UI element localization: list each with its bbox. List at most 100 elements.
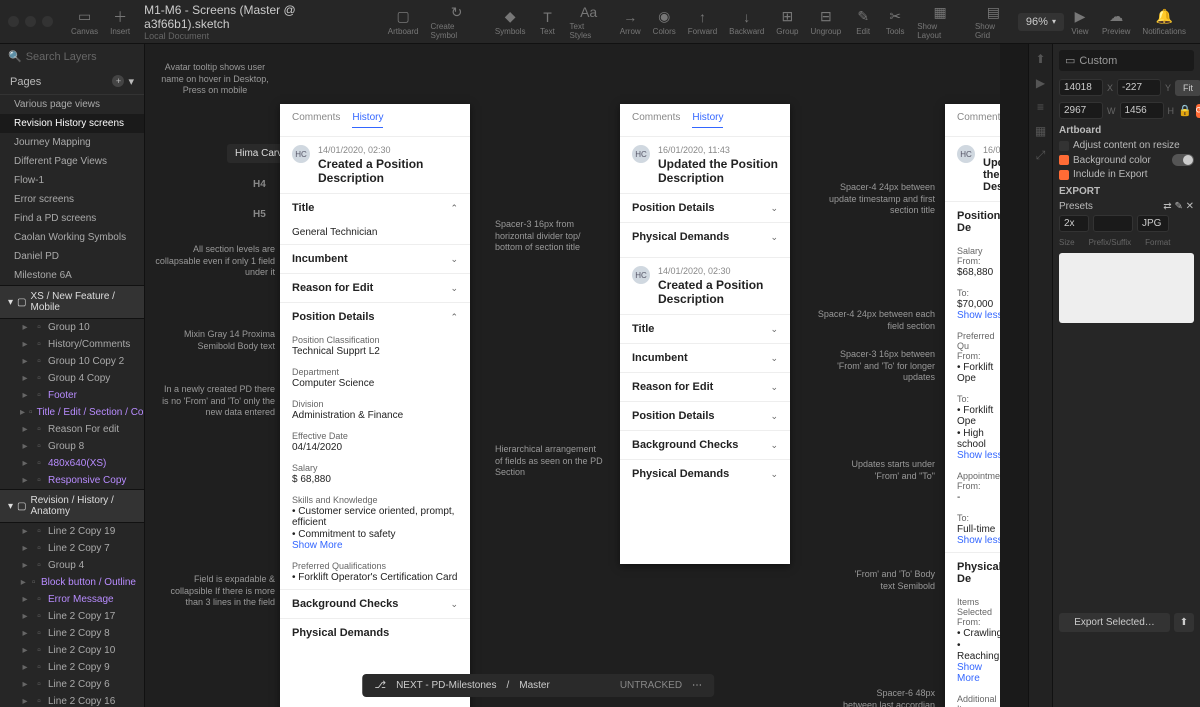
artboard-history-partial[interactable]: CommentsH HC16/01/2020, 11Updated the De… <box>945 104 1000 707</box>
zoom-level[interactable]: 96% ▾ <box>1018 13 1064 31</box>
layer-item[interactable]: ▸▫Line 2 Copy 17 <box>0 608 144 625</box>
accordion-title[interactable]: Title⌄ <box>620 314 790 343</box>
x-input[interactable] <box>1059 79 1103 96</box>
show-layout-tool[interactable]: ▦Show Layout <box>917 3 963 40</box>
layer-item[interactable]: ▸▫Line 2 Copy 7 <box>0 540 144 557</box>
tab-comments[interactable]: Comments <box>632 112 680 128</box>
accordion-physical[interactable]: Physical Demands⌄ <box>620 459 790 488</box>
layer-item[interactable]: ▸▫Group 10 <box>0 319 144 336</box>
text-styles-tool[interactable]: AaText Styles <box>570 3 608 40</box>
layer-item[interactable]: ▸▫Group 4 <box>0 557 144 574</box>
chevron-icon[interactable]: ▾ <box>128 75 134 88</box>
layers-icon[interactable]: ≡ <box>1037 100 1044 114</box>
layer-item[interactable]: ▸▫Line 2 Copy 10 <box>0 642 144 659</box>
layer-section-2[interactable]: ▾▢Revision / History / Anatomy <box>0 489 144 523</box>
play-icon[interactable]: ▶ <box>1036 76 1045 90</box>
avatar[interactable]: HC <box>292 145 310 163</box>
adjust-on-resize[interactable]: Adjust content on resize <box>1059 140 1194 151</box>
accordion-title[interactable]: Title⌃ <box>280 193 470 222</box>
accordion-position-details[interactable]: Position Details⌄ <box>620 193 790 222</box>
layer-item[interactable]: ▸▫Footer <box>0 387 144 404</box>
page-item[interactable]: Daniel PD <box>0 247 144 266</box>
insert-tool[interactable]: ＋Insert <box>110 8 130 36</box>
layer-item[interactable]: ▸▫Line 2 Copy 19 <box>0 523 144 540</box>
page-item[interactable]: Milestone 6A <box>0 266 144 285</box>
group-tool[interactable]: ⊞Group <box>776 8 798 36</box>
layer-item[interactable]: ▸▫Error Message <box>0 591 144 608</box>
avatar[interactable]: HC <box>632 145 650 163</box>
layer-item[interactable]: ▸▫Line 2 Copy 8 <box>0 625 144 642</box>
layer-item[interactable]: ▸▫Block button / Outline <box>0 574 144 591</box>
search-layers[interactable]: 🔍 Search Layers <box>0 44 144 69</box>
resize-icon[interactable]: ⤢ <box>1036 148 1046 163</box>
canvas-tool[interactable]: ▭Canvas <box>71 8 98 36</box>
aspect-icon[interactable]: ⟳ <box>1196 104 1200 118</box>
branch-bar[interactable]: ⎇ NEXT - PD-Milestones / Master UNTRACKE… <box>363 674 715 697</box>
text-tool[interactable]: TText <box>538 8 558 36</box>
show-less-link[interactable]: Show less <box>957 535 1000 546</box>
accordion-bg-checks[interactable]: Background Checks⌄ <box>280 589 470 618</box>
show-grid-tool[interactable]: ▤Show Grid <box>975 3 1012 40</box>
page-item[interactable]: Flow-1 <box>0 171 144 190</box>
accordion-bg-checks[interactable]: Background Checks⌄ <box>620 430 790 459</box>
add-page-icon[interactable]: + <box>112 75 124 87</box>
format-select[interactable] <box>1137 215 1169 232</box>
arrow-tool[interactable]: →Arrow <box>620 8 641 36</box>
h-input[interactable] <box>1120 102 1164 119</box>
tab-history[interactable]: History <box>352 112 383 128</box>
page-item[interactable]: Revision History screens <box>0 114 144 133</box>
accordion-position-details[interactable]: Position Details⌃ <box>280 302 470 331</box>
forward-tool[interactable]: ↑Forward <box>688 8 717 36</box>
accordion-physical[interactable]: Physical Demands⌄ <box>620 222 790 251</box>
accordion-position-details[interactable]: Position Details⌄ <box>620 401 790 430</box>
w-input[interactable] <box>1059 102 1103 119</box>
accordion-physical[interactable]: Physical Demands <box>280 618 470 647</box>
accordion-reason[interactable]: Reason for Edit⌄ <box>280 273 470 302</box>
artboard-tool[interactable]: ▢Artboard <box>388 8 419 36</box>
grid-icon[interactable]: ▦ <box>1035 124 1046 138</box>
y-input[interactable] <box>1117 79 1161 96</box>
layer-item[interactable]: ▸▫History/Comments <box>0 336 144 353</box>
page-item[interactable]: Various page views <box>0 95 144 114</box>
page-item[interactable]: Caolan Working Symbols <box>0 228 144 247</box>
view-tool[interactable]: ▶View <box>1070 8 1090 36</box>
page-item[interactable]: Find a PD screens <box>0 209 144 228</box>
layer-item[interactable]: ▸▫Line 2 Copy 16 <box>0 693 144 707</box>
accordion-reason[interactable]: Reason for Edit⌄ <box>620 372 790 401</box>
include-in-export[interactable]: Include in Export <box>1059 169 1194 180</box>
colors-tool[interactable]: ◉Colors <box>653 8 676 36</box>
page-item[interactable]: Error screens <box>0 190 144 209</box>
layer-section-1[interactable]: ▾▢XS / New Feature / Mobile <box>0 285 144 319</box>
tab-history[interactable]: History <box>692 112 723 128</box>
pages-header[interactable]: Pages +▾ <box>0 69 144 95</box>
layer-item[interactable]: ▸▫Title / Edit / Section / Content <box>0 404 144 421</box>
prefix-input[interactable] <box>1093 215 1133 232</box>
layer-item[interactable]: ▸▫480x640(XS) <box>0 455 144 472</box>
export-share-button[interactable]: ⬆ <box>1174 613 1194 632</box>
tab-comments[interactable]: Comments <box>292 112 340 128</box>
fit-button[interactable]: Fit <box>1175 80 1200 96</box>
tools-tool[interactable]: ✂Tools <box>885 8 905 36</box>
branch-master[interactable]: Master <box>519 680 550 691</box>
show-less-link[interactable]: Show less <box>957 310 1000 321</box>
window-controls[interactable] <box>8 16 53 27</box>
canvas[interactable]: Avatar tooltip shows user name on hover … <box>145 44 1000 707</box>
export-icon[interactable]: ⬆ <box>1035 52 1045 66</box>
layer-item[interactable]: ▸▫Group 10 Copy 2 <box>0 353 144 370</box>
page-item[interactable]: Journey Mapping <box>0 133 144 152</box>
ungroup-tool[interactable]: ⊟Ungroup <box>811 8 842 36</box>
backward-tool[interactable]: ↓Backward <box>729 8 764 36</box>
layer-item[interactable]: ▸▫Line 2 Copy 6 <box>0 676 144 693</box>
branch-name[interactable]: NEXT - PD-Milestones <box>396 680 496 691</box>
lock-icon[interactable]: 🔒 <box>1178 104 1192 117</box>
layer-item[interactable]: ▸▫Group 4 Copy <box>0 370 144 387</box>
device-selector[interactable]: ▭Custom <box>1059 50 1194 71</box>
notifications-tool[interactable]: 🔔Notifications <box>1142 8 1186 36</box>
show-more-link[interactable]: Show More <box>957 662 1000 684</box>
layer-item[interactable]: ▸▫Line 2 Copy 9 <box>0 659 144 676</box>
background-color[interactable]: Background color <box>1059 154 1194 166</box>
scale-input[interactable] <box>1059 215 1089 232</box>
layer-item[interactable]: ▸▫Group 8 <box>0 438 144 455</box>
artboard-history-updated[interactable]: Comments History HC 16/01/2020, 11:43Upd… <box>620 104 790 564</box>
symbols-tool[interactable]: ◆Symbols <box>495 8 526 36</box>
